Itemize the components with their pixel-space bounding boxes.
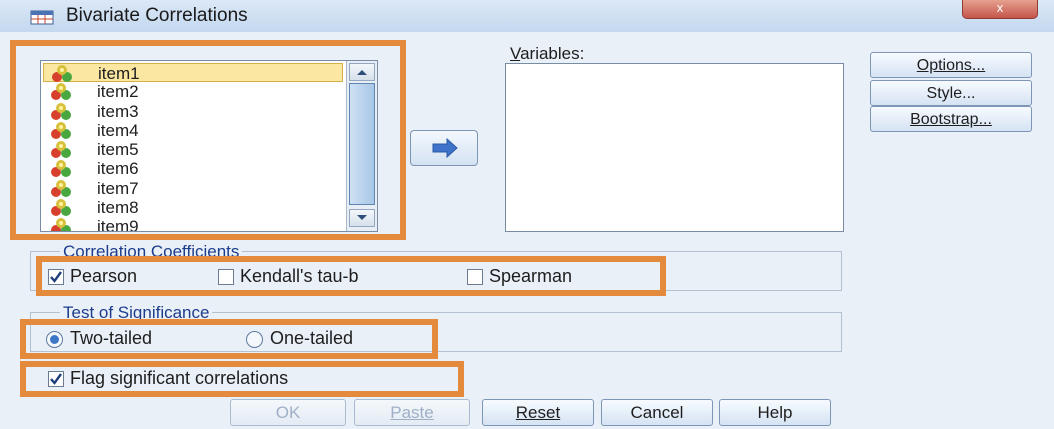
bootstrap-button-label: Bootstrap...: [910, 111, 992, 128]
highlight-test-of-significance: [20, 319, 438, 359]
title-bar: Bivariate Correlations x: [0, 0, 1054, 32]
paste-button-label: Paste: [390, 403, 434, 422]
move-to-variables-button[interactable]: [410, 130, 478, 166]
ok-button-label: OK: [275, 403, 301, 422]
target-variables-list[interactable]: [505, 63, 844, 232]
cancel-button[interactable]: Cancel: [601, 399, 713, 426]
options-button[interactable]: Options...: [870, 52, 1032, 78]
cancel-button-label: Cancel: [630, 403, 684, 422]
highlight-correlation-coefficients: [36, 256, 666, 296]
reset-button[interactable]: Reset: [482, 399, 594, 426]
help-button-label: Help: [757, 403, 793, 422]
variables-label: Variables:: [510, 44, 585, 63]
close-icon: x: [996, 0, 1004, 15]
spss-app-icon: [30, 10, 54, 25]
window-title: Bivariate Correlations: [66, 5, 248, 26]
bootstrap-button[interactable]: Bootstrap...: [870, 106, 1032, 132]
style-button[interactable]: Style...: [870, 80, 1032, 106]
close-button[interactable]: x: [962, 0, 1038, 19]
highlight-variable-list: [10, 40, 406, 240]
reset-button-label: Reset: [515, 403, 561, 422]
style-button-label: Style...: [926, 85, 976, 102]
options-button-label: Options...: [916, 57, 986, 74]
ok-button[interactable]: OK: [230, 399, 346, 426]
highlight-flag-significant: [20, 361, 464, 397]
help-button[interactable]: Help: [719, 399, 831, 426]
arrow-right-icon: [432, 137, 458, 159]
paste-button[interactable]: Paste: [354, 399, 470, 426]
